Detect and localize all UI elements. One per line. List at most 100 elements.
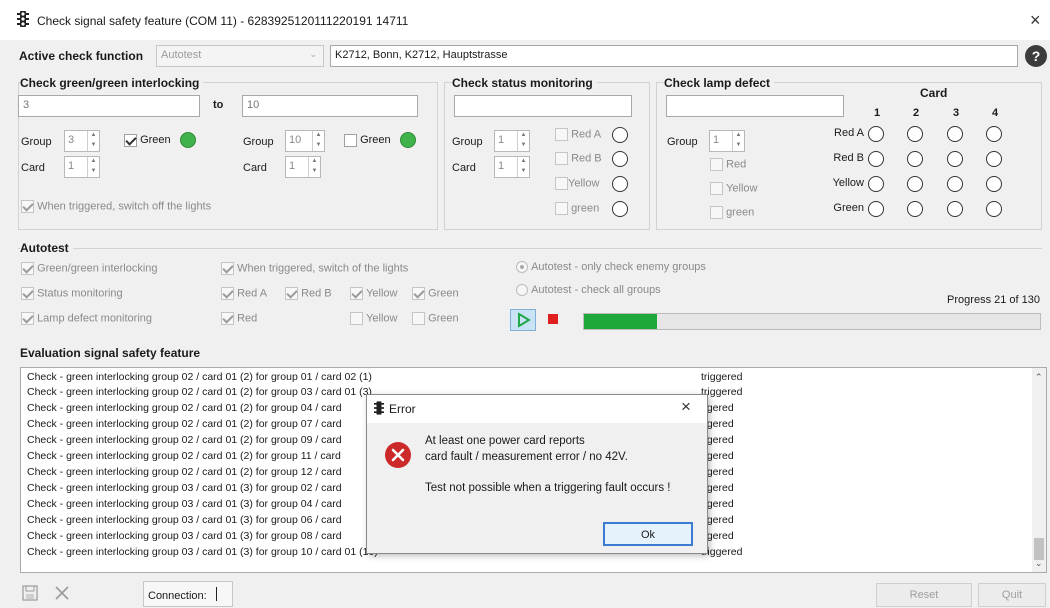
ok-button[interactable]: Ok [603,522,693,546]
traffic-light-icon [17,11,29,27]
spin-down-icon[interactable]: ▼ [88,141,99,151]
spin-down-icon[interactable]: ▼ [88,167,99,177]
spin-up-icon[interactable]: ▲ [313,131,324,141]
window-close-button[interactable]: × [1030,10,1041,31]
autotest-gg-checkbox[interactable]: Green/green interlocking [21,262,158,275]
text-cursor [216,587,217,601]
status-red-b-checkbox[interactable]: Red B [555,152,602,165]
status-input[interactable] [454,95,632,117]
autotest-divider [18,248,1042,249]
lamp-indicator-icon [868,176,884,192]
error-dialog: Error × At least one power card reports … [366,394,708,554]
autotest-lamp-checkbox[interactable]: Lamp defect monitoring [21,312,152,325]
scroll-up-icon[interactable]: ⌃ [1035,372,1043,383]
gg-from-input[interactable]: 3 [18,95,200,117]
location-field[interactable]: K2712, Bonn, K2712, Hauptstrasse [330,45,1018,67]
gg-card-b-stepper[interactable]: 1 ▲ ▼ [285,156,321,178]
lamp-row-label: Yellow [832,177,864,189]
list-scrollbar[interactable]: ⌃ ⌄ [1032,368,1046,572]
status-yellow-lamp-icon [612,176,628,192]
status-group-stepper[interactable]: 1 ▲ ▼ [494,130,530,152]
lamp-group-stepper[interactable]: 1 ▲ ▼ [709,130,745,152]
save-icon[interactable] [22,585,38,601]
status-red-b-lamp-icon [612,151,628,167]
lamp-indicator-icon [986,201,1002,217]
tools-icon[interactable] [54,585,70,601]
gg-switch-off-checkbox[interactable]: When triggered, switch off the lights [21,200,211,213]
reset-button[interactable]: Reset [876,583,972,607]
spin-up-icon[interactable]: ▲ [733,131,744,141]
chevron-down-icon: ⌄ [309,49,317,59]
lamp-yellow-checkbox[interactable]: Yellow [710,182,757,195]
lamp-input[interactable] [666,95,844,117]
progress-text: Progress 21 of 130 [947,294,1040,306]
lamp-green-checkbox[interactable]: green [710,206,754,219]
error-icon [385,442,411,468]
autotest-all-radio[interactable]: Autotest - check all groups [516,284,661,297]
spin-up-icon[interactable]: ▲ [518,157,529,167]
status-title: Check status monitoring [452,76,597,90]
active-check-label: Active check function [19,49,144,63]
autotest-status-checkbox[interactable]: Status monitoring [21,287,123,300]
status-green-checkbox[interactable]: green [555,202,599,215]
lamp-indicator-icon [907,126,923,142]
play-button[interactable] [510,309,536,331]
autotest-green2-checkbox[interactable]: Green [412,312,459,325]
spin-down-icon[interactable]: ▼ [518,167,529,177]
spin-down-icon[interactable]: ▼ [313,141,324,151]
gg-group-b-stepper[interactable]: 10 ▲ ▼ [285,130,325,152]
gg-green-b-checkbox[interactable]: Green [344,132,416,148]
dialog-close-button[interactable]: × [681,397,691,417]
lamp-card-number: 2 [913,107,920,119]
lamp-indicator-icon [907,201,923,217]
gg-green-a-checkbox[interactable]: Green [124,132,196,148]
spin-up-icon[interactable]: ▲ [309,157,320,167]
list-item[interactable]: Check - green interlocking group 02 / ca… [21,370,1031,385]
lamp-indicator-icon [947,201,963,217]
progress-fill [584,314,657,329]
gg-group-label-b: Group [243,136,274,148]
spin-down-icon[interactable]: ▼ [733,141,744,151]
status-card-stepper[interactable]: 1 ▲ ▼ [494,156,530,178]
quit-button[interactable]: Quit [978,583,1046,607]
lamp-card-number: 1 [874,107,881,119]
help-button[interactable]: ? [1025,45,1047,67]
autotest-green-checkbox[interactable]: Green [412,287,459,300]
status-yellow-checkbox[interactable]: Yellow [555,177,599,190]
stop-button[interactable] [540,309,566,331]
lamp-row-label: Green [833,202,864,214]
autotest-red-b-checkbox[interactable]: Red B [285,287,332,300]
gg-group-label-a: Group [21,136,52,148]
gg-card-a-stepper[interactable]: 1 ▲ ▼ [64,156,100,178]
autotest-enemy-radio[interactable]: Autotest - only check enemy groups [516,261,706,274]
gg-title: Check green/green interlocking [20,76,204,90]
autotest-yellow2-checkbox[interactable]: Yellow [350,312,397,325]
lamp-indicator-icon [868,126,884,142]
lamp-indicator-icon [947,176,963,192]
spin-up-icon[interactable]: ▲ [88,157,99,167]
gg-to-input[interactable]: 10 [242,95,418,117]
lamp-card-header: Card [920,86,948,100]
spin-down-icon[interactable]: ▼ [518,141,529,151]
lamp-red-checkbox[interactable]: Red [710,158,746,171]
gg-group-a-stepper[interactable]: 3 ▲ ▼ [64,130,100,152]
lamp-indicator-icon [947,126,963,142]
lamp-row-label: Red A [834,127,864,139]
active-check-select[interactable]: Autotest ⌄ [156,45,324,67]
dialog-message-line3: Test not possible when a triggering faul… [425,482,671,494]
gg-card-label-a: Card [21,162,45,174]
autotest-red-checkbox[interactable]: Red [221,312,257,325]
autotest-switch-off-checkbox[interactable]: When triggered, switch of the lights [221,262,408,275]
scroll-thumb[interactable] [1034,538,1044,560]
spin-up-icon[interactable]: ▲ [88,131,99,141]
status-red-a-checkbox[interactable]: Red A [555,128,601,141]
connection-label: Connection: [148,590,207,602]
gg-card-label-b: Card [243,162,267,174]
play-icon [518,312,531,328]
autotest-red-a-checkbox[interactable]: Red A [221,287,267,300]
spin-down-icon[interactable]: ▼ [309,167,320,177]
spin-up-icon[interactable]: ▲ [518,131,529,141]
autotest-yellow-checkbox[interactable]: Yellow [350,287,397,300]
window-title: Check signal safety feature (COM 11) - 6… [37,14,409,28]
scroll-down-icon[interactable]: ⌄ [1035,558,1043,569]
